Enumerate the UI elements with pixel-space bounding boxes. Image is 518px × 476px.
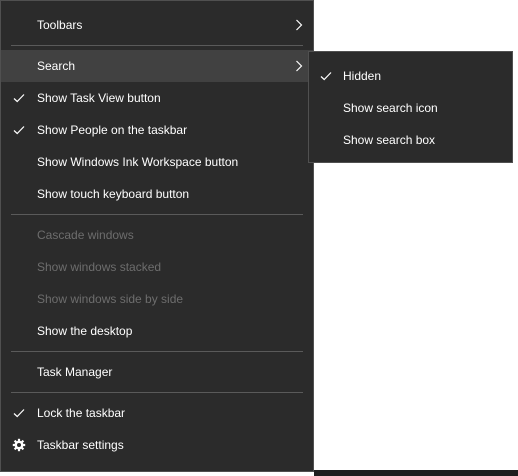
menu-item-label: Show Task View button [37,91,161,105]
menu-item-show-windows-stacked: Show windows stacked [1,251,313,283]
menu-item-search[interactable]: Search [1,50,313,82]
menu-item-show-task-view-button[interactable]: Show Task View button [1,82,313,114]
menu-separator [11,214,303,215]
menu-item-label: Toolbars [37,18,83,32]
menu-item-show-windows-side-by-side: Show windows side by side [1,283,313,315]
menu-item-label: Show windows stacked [37,260,162,274]
gear-icon [12,438,26,452]
menu-item-label: Show touch keyboard button [37,187,190,201]
submenu-item-hidden[interactable]: Hidden [309,60,512,92]
submenu-item-label: Hidden [343,69,382,83]
menu-item-toolbars[interactable]: Toolbars [1,9,313,41]
menu-item-label: Show the desktop [37,324,133,338]
menu-item-label: Cascade windows [37,228,134,242]
menu-item-label: Show People on the taskbar [37,123,188,137]
submenu-item-show-search-box[interactable]: Show search box [309,124,512,156]
menu-item-show-the-desktop[interactable]: Show the desktop [1,315,313,347]
menu-separator [11,392,303,393]
menu-item-taskbar-settings[interactable]: Taskbar settings [1,429,313,461]
check-icon [13,94,25,103]
menu-item-label: Show Windows Ink Workspace button [37,155,239,169]
chevron-right-icon [296,19,303,31]
menu-item-show-touch-keyboard-button[interactable]: Show touch keyboard button [1,178,313,210]
menu-item-show-windows-ink-workspace-button[interactable]: Show Windows Ink Workspace button [1,146,313,178]
menu-separator [11,45,303,46]
menu-separator [11,351,303,352]
check-icon [13,126,25,135]
menu-item-label: Lock the taskbar [37,406,126,420]
submenu-item-label: Show search box [343,133,436,147]
check-icon [320,72,332,81]
menu-item-cascade-windows: Cascade windows [1,219,313,251]
chevron-right-icon [296,60,303,72]
search-submenu: Hidden Show search icon Show search box [308,51,513,163]
menu-item-show-people-on-taskbar[interactable]: Show People on the taskbar [1,114,313,146]
menu-item-task-manager[interactable]: Task Manager [1,356,313,388]
menu-item-label: Task Manager [37,365,113,379]
menu-item-label: Show windows side by side [37,292,184,306]
check-icon [13,409,25,418]
menu-item-lock-the-taskbar[interactable]: Lock the taskbar [1,397,313,429]
menu-item-label: Taskbar settings [37,438,124,452]
submenu-item-label: Show search icon [343,101,438,115]
menu-item-label: Search [37,59,76,73]
taskbar-strip [314,470,518,476]
submenu-item-show-search-icon[interactable]: Show search icon [309,92,512,124]
taskbar-context-menu: Toolbars Search Show Task View button Sh… [0,0,314,472]
